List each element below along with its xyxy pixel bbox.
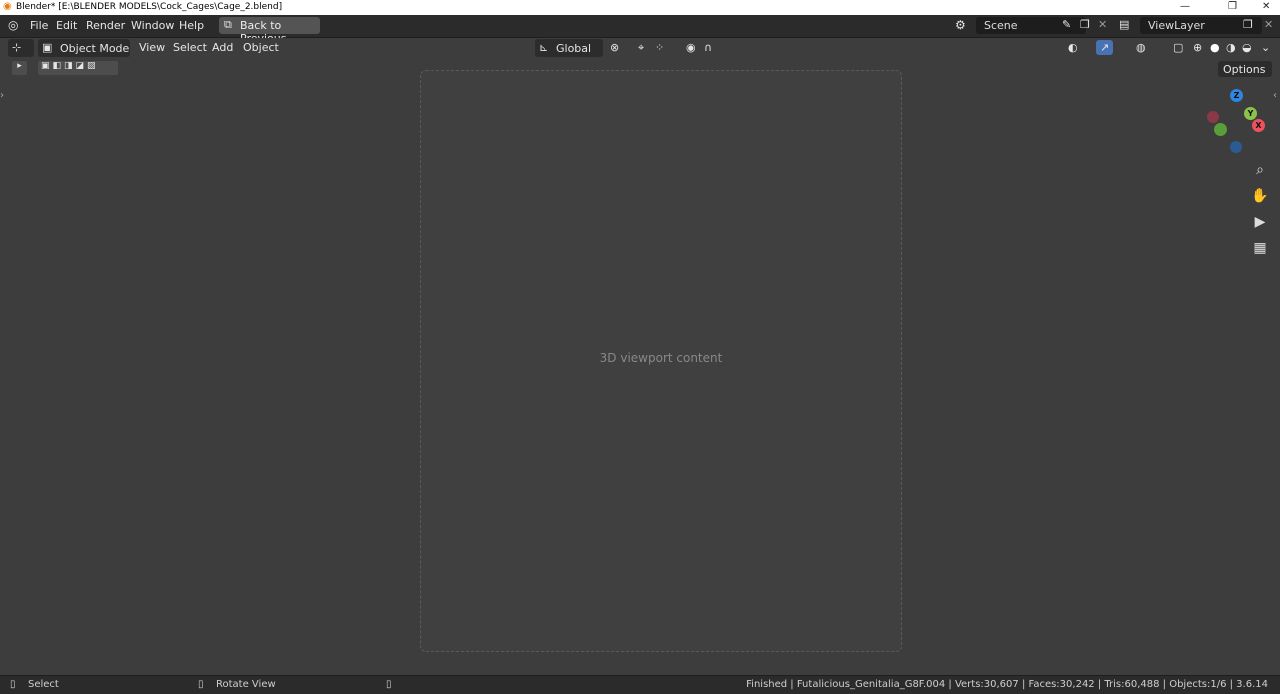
viewport-content-placeholder: 3D viewport content	[420, 70, 902, 652]
pin-icon[interactable]: ✎	[1062, 18, 1071, 31]
gizmo-neg-x-axis[interactable]	[1207, 111, 1219, 123]
solid-shading-icon[interactable]: ●	[1210, 41, 1220, 54]
options-dropdown[interactable]: Options	[1218, 61, 1272, 77]
transform-orientation-dropdown[interactable]: ⊾ Global	[535, 39, 603, 57]
perspective-grid-icon[interactable]: ▦	[1248, 236, 1272, 260]
menu-help[interactable]: Help	[179, 19, 204, 32]
viewport-menu-select[interactable]: Select	[173, 41, 207, 54]
shading-options-icon[interactable]: ⌄	[1261, 41, 1270, 54]
mouse-right-icon: ▯	[386, 679, 392, 690]
gizmo-toggle-button[interactable]: ↗	[1096, 40, 1113, 55]
new-scene-icon[interactable]: ❐	[1080, 18, 1090, 31]
select-tool-icon[interactable]: ▸	[12, 61, 27, 75]
options-label: Options	[1223, 63, 1266, 76]
status-info: Finished | Futalicious_Genitalia_G8F.004…	[746, 679, 1268, 690]
viewport-menu-view[interactable]: View	[139, 41, 165, 54]
viewport-menu-object[interactable]: Object	[243, 41, 279, 54]
object-mode-label: Object Mode	[60, 42, 130, 55]
toolbar-expand-icon[interactable]: ›	[0, 90, 4, 101]
material-shading-icon[interactable]: ◑	[1226, 41, 1236, 54]
back-to-previous-button[interactable]: ⧉ Back to Previous	[219, 17, 320, 45]
gizmo-neg-z-axis[interactable]	[1230, 141, 1242, 153]
status-select-label: Select	[28, 679, 59, 690]
back-icon: ⧉	[224, 18, 232, 31]
selection-mode-icons[interactable]: ▣◧◨◪▨	[38, 61, 118, 75]
xray-icon[interactable]: ▢	[1173, 41, 1183, 54]
gizmo-y-axis[interactable]: Y	[1244, 107, 1257, 120]
menu-window[interactable]: Window	[131, 19, 174, 32]
status-bar: ▯ Select ▯ Rotate View ▯ Finished | Futa…	[0, 675, 1280, 694]
scene-icon[interactable]: ⚙	[955, 18, 966, 32]
visibility-icon[interactable]: ◐	[1068, 41, 1078, 54]
object-mode-dropdown[interactable]: ▣ Object Mode	[38, 39, 130, 57]
view-layer-icon[interactable]: ▤	[1119, 18, 1129, 31]
top-menu-bar: ◎ File Edit Render Window Help ⧉ Back to…	[0, 15, 1280, 45]
menu-file[interactable]: File	[30, 19, 48, 32]
menu-render[interactable]: Render	[86, 19, 125, 32]
window-titlebar: ◉ Blender* [E:\BLENDER MODELS\Cock_Cages…	[0, 0, 1280, 15]
minimize-button[interactable]: —	[1180, 1, 1190, 12]
mouse-left-icon: ▯	[10, 679, 16, 690]
menu-edit[interactable]: Edit	[56, 19, 77, 32]
object-mode-icon: ▣	[42, 41, 53, 54]
new-view-layer-icon[interactable]: ❐	[1243, 18, 1253, 31]
maximize-button[interactable]: ❐	[1228, 1, 1237, 12]
orientation-icon: ⊾	[539, 41, 549, 54]
overlay-icon[interactable]: ◍	[1136, 41, 1146, 54]
mouse-middle-icon: ▯	[198, 679, 204, 690]
status-rotate-label: Rotate View	[216, 679, 276, 690]
proportional-edit-icon[interactable]: ◉	[686, 41, 696, 54]
gizmo-z-axis[interactable]: Z	[1230, 89, 1243, 102]
sidebar-expand-icon[interactable]: ‹	[1273, 90, 1277, 101]
snap-icon[interactable]: ⌖	[638, 41, 644, 55]
remove-scene-icon[interactable]: ✕	[1098, 18, 1107, 31]
view-layer-name: ViewLayer	[1148, 19, 1205, 32]
editor-type-icon: ⊹	[12, 41, 22, 54]
rendered-shading-icon[interactable]: ◒	[1242, 41, 1252, 54]
camera-view-icon[interactable]: ▶	[1248, 210, 1272, 234]
close-button[interactable]: ✕	[1262, 1, 1270, 12]
wireframe-shading-icon[interactable]: ⊕	[1193, 41, 1202, 54]
snap-target-icon[interactable]: ⁘	[655, 41, 664, 54]
orientation-label: Global	[556, 42, 592, 55]
window-title: Blender* [E:\BLENDER MODELS\Cock_Cages\C…	[16, 2, 283, 12]
blender-logo-icon: ◉	[3, 1, 12, 12]
blender-menu-icon[interactable]: ◎	[8, 18, 18, 32]
editor-type-button[interactable]: ⊹	[8, 39, 34, 57]
zoom-icon[interactable]: ⌕	[1248, 158, 1272, 182]
viewport-header: ⊹ ▣ Object Mode View Select Add Object ⊾…	[0, 38, 1280, 77]
remove-view-layer-icon[interactable]: ✕	[1264, 18, 1273, 31]
viewport-menu-add[interactable]: Add	[212, 41, 233, 54]
pivot-point-icon[interactable]: ⊗	[610, 41, 619, 54]
gizmo-neg-y-axis[interactable]	[1214, 123, 1227, 136]
scene-name: Scene	[984, 19, 1018, 32]
gizmo-icon: ↗	[1100, 41, 1110, 54]
gizmo-x-axis[interactable]: X	[1252, 119, 1265, 132]
pan-hand-icon[interactable]: ✋	[1248, 184, 1272, 208]
navigation-gizmo[interactable]: Z Y X	[1200, 85, 1274, 159]
placeholder-label: 3D viewport content	[599, 351, 723, 365]
falloff-icon[interactable]: ∩	[704, 41, 712, 54]
